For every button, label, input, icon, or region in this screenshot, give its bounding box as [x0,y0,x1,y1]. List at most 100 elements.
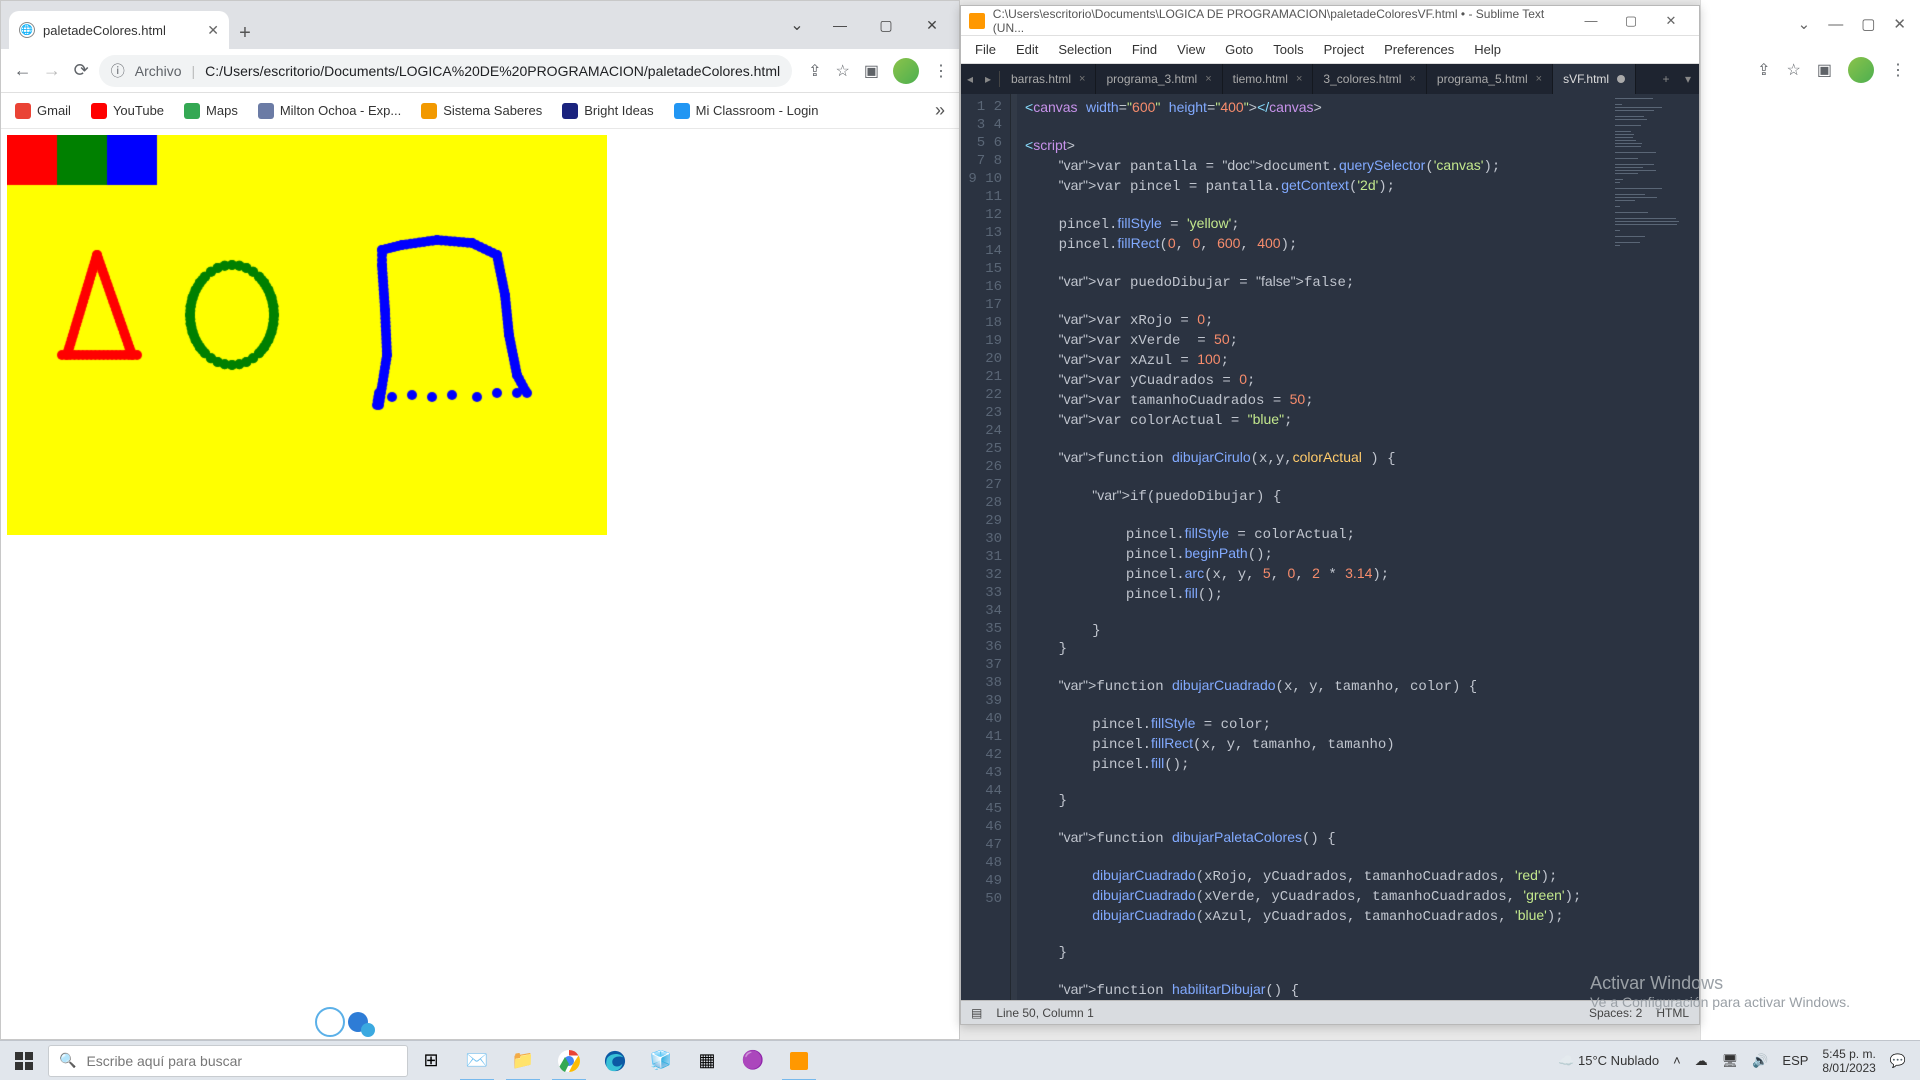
bookmark-item[interactable]: Sistema Saberes [421,103,542,119]
site-info-icon[interactable]: ⓘ [111,61,125,81]
share-icon[interactable]: ⇪ [808,61,821,81]
tab-close-icon[interactable]: × [1296,73,1302,85]
bookmark-favicon-icon [674,103,690,119]
tab-menu-icon[interactable]: ▾ [1677,72,1699,86]
sublime-taskbar-icon[interactable] [776,1041,822,1080]
weather-widget[interactable]: ☁️ 15°C Nublado [1558,1053,1659,1069]
menu-view[interactable]: View [1169,38,1213,61]
edge-taskbar-icon[interactable] [592,1041,638,1080]
profile-avatar[interactable] [893,58,919,84]
editor-tab[interactable]: sVF.html [1553,64,1636,94]
bg-maximize-icon[interactable]: ▢ [1861,15,1875,33]
tab-history-fwd-icon[interactable]: ▸ [979,64,997,94]
menu-project[interactable]: Project [1316,38,1372,61]
sidepanel-icon[interactable]: ▣ [864,61,879,81]
tab-new-icon[interactable]: + [1655,72,1677,86]
tray-onedrive-icon[interactable]: ☁ [1695,1053,1708,1069]
sublime-close-icon[interactable]: ✕ [1651,13,1691,29]
menu-goto[interactable]: Goto [1217,38,1261,61]
editor-tab[interactable]: programa_5.html× [1427,64,1553,94]
file-explorer-icon[interactable]: 📁 [500,1041,546,1080]
nav-back-button[interactable]: ← [11,56,34,86]
sublime-minimize-icon[interactable]: — [1571,13,1611,29]
bookmark-item[interactable]: YouTube [91,103,164,119]
bookmark-favicon-icon [562,103,578,119]
editor-tab[interactable]: tiemo.html× [1223,64,1314,94]
bg-kebab-icon[interactable]: ⋮ [1890,60,1906,80]
menu-file[interactable]: File [967,38,1004,61]
bookmarks-overflow-icon[interactable]: » [935,100,945,121]
bg-close-icon[interactable]: ✕ [1893,15,1906,33]
sublime-maximize-icon[interactable]: ▢ [1611,13,1651,29]
taskbar-search[interactable]: 🔍 Escribe aquí para buscar [48,1045,408,1077]
nav-forward-button[interactable]: → [40,56,63,86]
tab-close-icon[interactable]: ✕ [207,22,219,39]
bookmark-label: Bright Ideas [584,103,653,118]
page-content [1,129,959,1039]
chrome-tab-active[interactable]: 🌐 paletadeColores.html ✕ [9,11,229,49]
sublime-title-text: C:\Users\escritorio\Documents\LOGICA DE … [993,7,1571,35]
tray-notifications-icon[interactable]: 💬 [1890,1053,1906,1069]
taskbar-pinned: ⊞ ✉️ 📁 🧊 ▦ 🟣 [408,1041,822,1080]
tab-search-chevron-icon[interactable]: ⌄ [777,7,817,43]
start-button[interactable] [0,1041,48,1080]
tray-language[interactable]: ESP [1782,1053,1808,1068]
bookmark-item[interactable]: Maps [184,103,238,119]
store-taskbar-icon[interactable]: 🧊 [638,1041,684,1080]
menu-edit[interactable]: Edit [1008,38,1046,61]
window-maximize-icon[interactable]: ▢ [863,7,909,43]
tray-volume-icon[interactable]: 🔊 [1752,1053,1768,1069]
editor-tab[interactable]: programa_3.html× [1096,64,1222,94]
chrome-kebab-icon[interactable]: ⋮ [933,61,949,81]
menu-tools[interactable]: Tools [1265,38,1311,61]
bookmark-item[interactable]: Milton Ochoa - Exp... [258,103,401,119]
line-gutter: 1 2 3 4 5 6 7 8 9 10 11 12 13 14 15 16 1… [961,94,1011,1000]
editor-tab[interactable]: 3_colores.html× [1313,64,1426,94]
bg-star-icon[interactable]: ☆ [1787,60,1801,80]
bookmark-item[interactable]: Gmail [15,103,71,119]
app-1-taskbar-icon[interactable]: ▦ [684,1041,730,1080]
mail-app-icon[interactable]: ✉️ [454,1041,500,1080]
drawing-canvas[interactable] [7,135,607,535]
window-minimize-icon[interactable]: — [817,7,863,43]
tray-clock[interactable]: 5:45 p. m. 8/01/2023 [1822,1047,1875,1075]
tray-chevron-up-icon[interactable]: ˄ [1673,1053,1681,1068]
status-menu-icon[interactable]: ▤ [971,1006,982,1020]
bookmark-favicon-icon [184,103,200,119]
bookmark-label: Gmail [37,103,71,118]
code-area[interactable]: <canvas width="600" height="400"></canva… [1011,94,1609,1000]
chrome-taskbar-icon[interactable] [546,1041,592,1080]
bookmark-item[interactable]: Bright Ideas [562,103,653,119]
editor-tab[interactable]: barras.html× [1001,64,1096,94]
tab-close-icon[interactable]: × [1409,73,1415,85]
new-tab-button[interactable]: + [229,17,261,49]
app-2-taskbar-icon[interactable]: 🟣 [730,1041,776,1080]
status-spaces[interactable]: Spaces: 2 [1589,1006,1642,1020]
tab-close-icon[interactable]: × [1536,73,1542,85]
tab-close-icon[interactable]: × [1205,73,1211,85]
window-close-icon[interactable]: ✕ [909,7,955,43]
menu-help[interactable]: Help [1466,38,1509,61]
nav-reload-button[interactable]: ⟳ [70,56,93,86]
tray-time: 5:45 p. m. [1822,1047,1875,1061]
omnibox[interactable]: ⓘ Archivo | C:/Users/escritorio/Document… [99,55,792,87]
bg-avatar[interactable] [1848,57,1874,83]
status-language[interactable]: HTML [1656,1006,1689,1020]
bookmark-item[interactable]: Mi Classroom - Login [674,103,819,119]
task-view-icon[interactable]: ⊞ [408,1041,454,1080]
bg-sidepanel-icon[interactable]: ▣ [1817,60,1832,80]
minimap[interactable] [1609,94,1699,1000]
bookmark-star-icon[interactable]: ☆ [836,61,850,81]
bookmark-label: Mi Classroom - Login [696,103,819,118]
bg-minimize-icon[interactable]: — [1828,16,1843,33]
tray-network-icon[interactable]: 🖥 [1722,1053,1739,1069]
tab-title: paletadeColores.html [43,23,166,38]
tab-history-back-icon[interactable]: ◂ [961,64,979,94]
menu-find[interactable]: Find [1124,38,1165,61]
bookmark-favicon-icon [421,103,437,119]
tab-close-icon[interactable]: × [1079,73,1085,85]
status-line-col[interactable]: Line 50, Column 1 [996,1006,1093,1020]
bg-share-icon[interactable]: ⇪ [1757,60,1770,80]
menu-preferences[interactable]: Preferences [1376,38,1462,61]
menu-selection[interactable]: Selection [1050,38,1119,61]
